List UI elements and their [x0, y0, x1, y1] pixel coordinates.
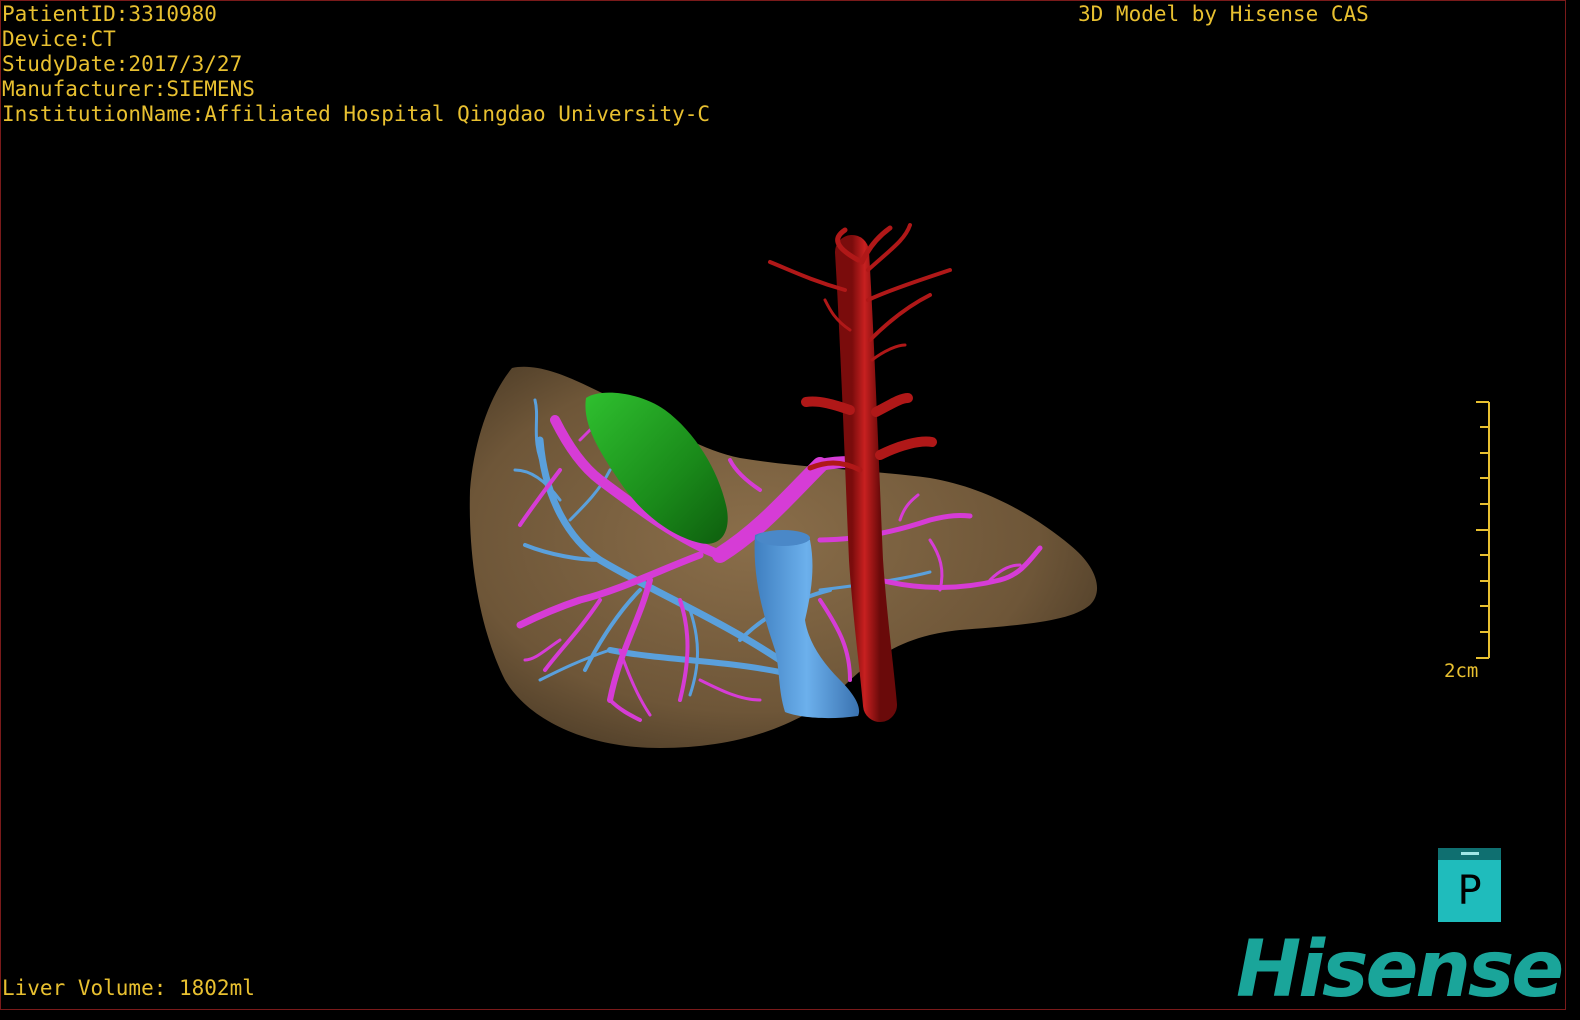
scale-bar	[1476, 401, 1490, 659]
liver-volume: Liver Volume: 1802ml	[2, 976, 255, 1000]
p-view-button[interactable]: P	[1438, 848, 1501, 922]
model-credit: 3D Model by Hisense CAS	[1078, 2, 1369, 26]
institution-name: InstitutionName:Affiliated Hospital Qing…	[2, 102, 711, 126]
p-view-icon	[1438, 848, 1501, 860]
manufacturer: Manufacturer:SIEMENS	[2, 77, 255, 101]
device: Device:CT	[2, 27, 116, 51]
ivc-opening	[756, 530, 810, 546]
patient-id: PatientID:3310980	[2, 2, 217, 26]
p-view-label: P	[1457, 868, 1482, 914]
3d-liver-model-view[interactable]	[0, 0, 1580, 1020]
hisense-logo: Hisense	[1236, 925, 1564, 1015]
patient-info-overlay: PatientID:3310980 Device:CT StudyDate:20…	[2, 2, 710, 127]
scale-bar-label: 2cm	[1444, 660, 1479, 682]
study-date: StudyDate:2017/3/27	[2, 52, 243, 76]
